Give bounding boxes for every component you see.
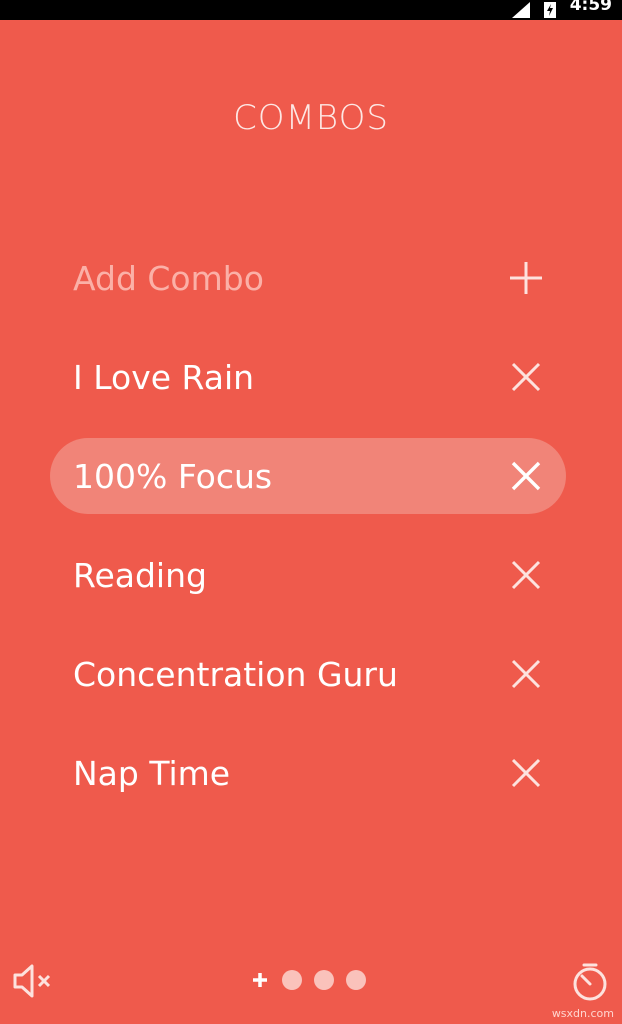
remove-combo-button[interactable] (506, 654, 546, 694)
timer-icon (573, 963, 607, 1001)
page-indicator (250, 970, 366, 990)
combo-label: 100% Focus (73, 456, 273, 496)
close-icon (511, 362, 541, 392)
plus-icon (510, 262, 542, 294)
add-combo-label: Add Combo (73, 258, 264, 298)
page-dot[interactable] (282, 970, 302, 990)
close-icon (511, 560, 541, 590)
combo-label: I Love Rain (73, 357, 255, 397)
close-icon (511, 758, 541, 788)
page-title: COMBOS (233, 98, 389, 138)
combo-label: Reading (73, 555, 207, 595)
remove-combo-button[interactable] (506, 555, 546, 595)
combo-label: Concentration Guru (73, 654, 398, 694)
status-icons: 4:59 (511, 0, 612, 20)
status-bar: 4:59 (0, 0, 622, 20)
watermark: wsxdn.com (551, 1007, 614, 1020)
combo-item-concentration-guru[interactable]: Concentration Guru (50, 636, 566, 712)
remove-combo-button[interactable] (506, 456, 546, 496)
combo-list: Add Combo I Love Rain 100% Focus Reading (50, 240, 566, 834)
add-page-icon[interactable] (250, 970, 270, 990)
timer-button[interactable] (570, 962, 610, 1002)
close-icon (511, 659, 541, 689)
combo-item-100-focus[interactable]: 100% Focus (50, 438, 566, 514)
add-combo-button[interactable] (506, 258, 546, 298)
combo-item-nap-time[interactable]: Nap Time (50, 735, 566, 811)
remove-combo-button[interactable] (506, 357, 546, 397)
status-time: 4:59 (569, 0, 612, 15)
combo-item-i-love-rain[interactable]: I Love Rain (50, 339, 566, 415)
combo-item-reading[interactable]: Reading (50, 537, 566, 613)
close-icon (511, 461, 541, 491)
bottom-bar (0, 950, 622, 1010)
combo-label: Nap Time (73, 753, 231, 793)
page-dot[interactable] (314, 970, 334, 990)
mute-button[interactable] (12, 962, 54, 1000)
page-dot[interactable] (346, 970, 366, 990)
add-combo-row[interactable]: Add Combo (50, 240, 566, 316)
remove-combo-button[interactable] (506, 753, 546, 793)
signal-icon (511, 2, 530, 18)
battery-icon (543, 2, 556, 18)
speaker-muted-icon (13, 964, 51, 998)
